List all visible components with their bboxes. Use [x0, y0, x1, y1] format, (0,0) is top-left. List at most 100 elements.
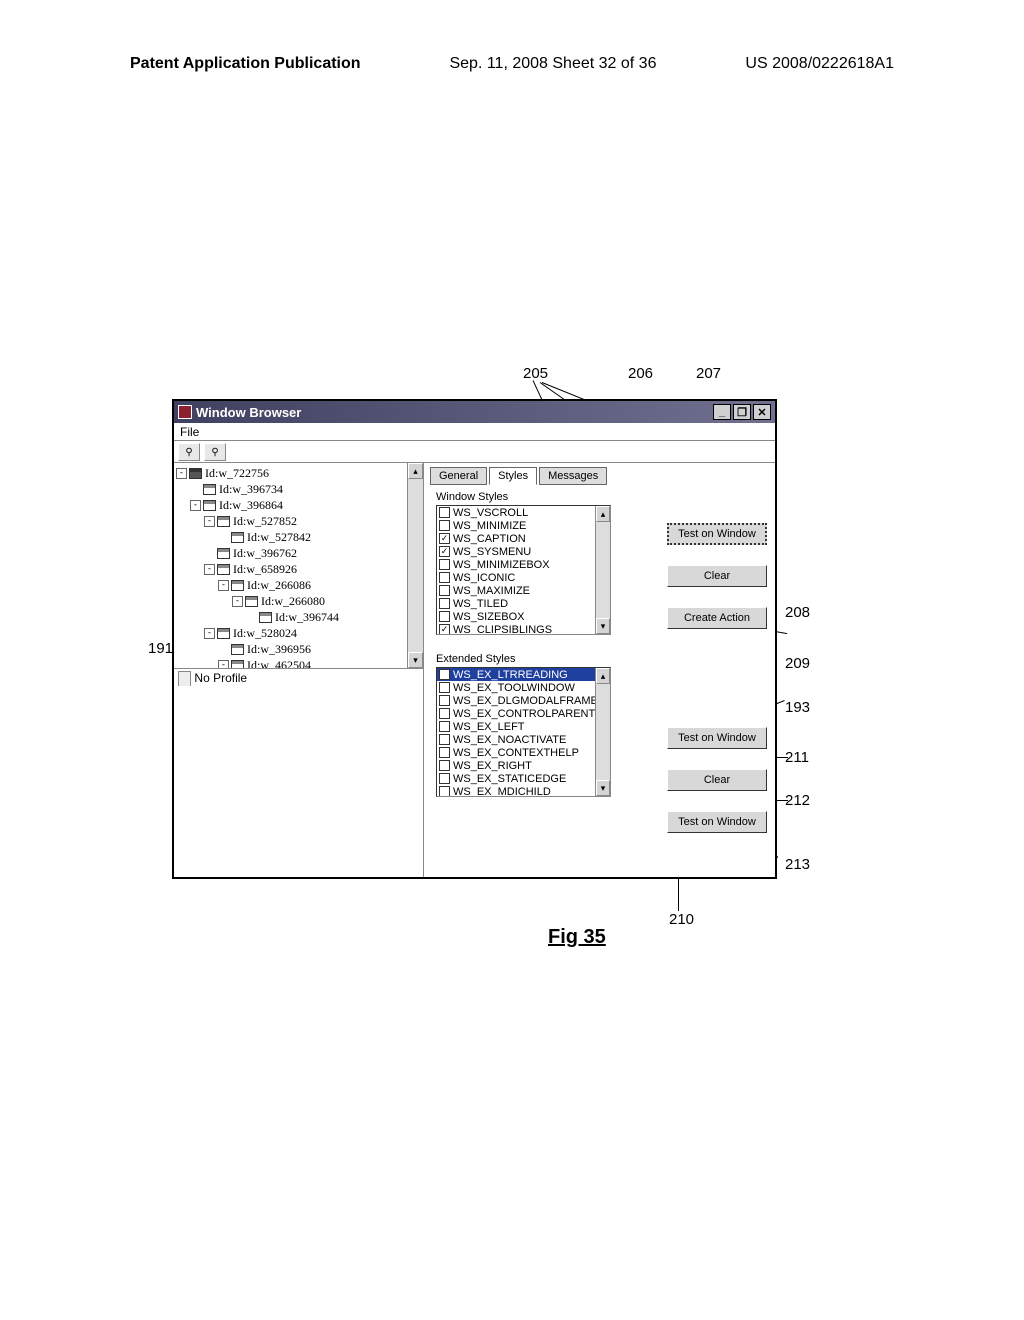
titlebar[interactable]: Window Browser _ ❐ ✕	[174, 401, 775, 423]
test-on-window-button-3[interactable]: Test on Window	[667, 811, 767, 833]
tree-expander[interactable]: -	[204, 564, 215, 575]
list-item-label: WS_MAXIMIZE	[453, 585, 530, 597]
list-item[interactable]: WS_EX_CONTEXTHELP	[437, 746, 610, 759]
clear-button-2[interactable]: Clear	[667, 769, 767, 791]
list-item[interactable]: ✓WS_CLIPSIBLINGS	[437, 623, 610, 635]
list-item[interactable]: ✓WS_CAPTION	[437, 532, 610, 545]
list-item-label: WS_MINIMIZEBOX	[453, 559, 550, 571]
close-button[interactable]: ✕	[753, 404, 771, 420]
checkbox[interactable]	[439, 520, 450, 531]
tree-expander[interactable]: -	[176, 468, 187, 479]
checkbox[interactable]	[439, 598, 450, 609]
tree-node[interactable]: Id:w_396734	[176, 481, 421, 497]
maximize-button[interactable]: ❐	[733, 404, 751, 420]
checkbox[interactable]	[439, 507, 450, 518]
tree-expander[interactable]: -	[232, 596, 243, 607]
checkbox[interactable]	[439, 734, 450, 745]
list-item[interactable]: WS_MAXIMIZE	[437, 584, 610, 597]
checkbox[interactable]	[439, 585, 450, 596]
tree-expander[interactable]: -	[218, 660, 229, 669]
checkbox[interactable]: ✓	[439, 624, 450, 635]
tree-expander[interactable]: -	[204, 516, 215, 527]
list-item[interactable]: WS_MINIMIZEBOX	[437, 558, 610, 571]
tree-node[interactable]: -Id:w_722756	[176, 465, 421, 481]
tree-node[interactable]: Id:w_527842	[176, 529, 421, 545]
list-item[interactable]: WS_EX_LTRREADING	[437, 668, 610, 681]
tree-node[interactable]: -Id:w_658926	[176, 561, 421, 577]
scroll-down-icon[interactable]: ▾	[596, 780, 610, 796]
tab-general[interactable]: General	[430, 467, 487, 485]
checkbox[interactable]	[439, 559, 450, 570]
tree-node[interactable]: -Id:w_462504	[176, 657, 421, 669]
scroll-down-icon[interactable]: ▾	[408, 652, 423, 668]
list-item[interactable]: WS_EX_RIGHT	[437, 759, 610, 772]
tree-node[interactable]: Id:w_396744	[176, 609, 421, 625]
window-styles-list[interactable]: WS_VSCROLLWS_MINIMIZE✓WS_CAPTION✓WS_SYSM…	[436, 505, 611, 635]
checkbox[interactable]	[439, 611, 450, 622]
list-item[interactable]: WS_EX_MDICHILD	[437, 785, 610, 797]
scroll-up-icon[interactable]: ▴	[408, 463, 423, 479]
profile-tab[interactable]	[178, 671, 191, 686]
checkbox[interactable]	[439, 708, 450, 719]
list-item[interactable]: WS_EX_DLGMODALFRAME	[437, 694, 610, 707]
tree-scrollbar[interactable]: ▴ ▾	[407, 463, 423, 668]
ws-scrollbar[interactable]: ▴ ▾	[595, 506, 610, 634]
clear-button[interactable]: Clear	[667, 565, 767, 587]
checkbox[interactable]	[439, 695, 450, 706]
scroll-up-icon[interactable]: ▴	[596, 668, 610, 684]
list-item[interactable]: ✓WS_SYSMENU	[437, 545, 610, 558]
window-icon	[217, 564, 230, 575]
checkbox[interactable]: ✓	[439, 533, 450, 544]
menu-file[interactable]: File	[180, 425, 199, 439]
create-action-button[interactable]: Create Action	[667, 607, 767, 629]
tree-node[interactable]: Id:w_396762	[176, 545, 421, 561]
callout-205: 205	[523, 365, 548, 382]
window-icon	[231, 532, 244, 543]
list-item[interactable]: WS_MINIMIZE	[437, 519, 610, 532]
list-item[interactable]: WS_EX_NOACTIVATE	[437, 733, 610, 746]
tree-expander[interactable]: -	[204, 628, 215, 639]
checkbox[interactable]	[439, 669, 450, 680]
tree-node[interactable]: -Id:w_266080	[176, 593, 421, 609]
checkbox[interactable]	[439, 682, 450, 693]
test-on-window-button[interactable]: Test on Window	[667, 523, 767, 545]
list-item[interactable]: WS_VSCROLL	[437, 506, 610, 519]
tab-styles[interactable]: Styles	[489, 467, 537, 485]
tree-node[interactable]: -Id:w_527852	[176, 513, 421, 529]
tree-node-label: Id:w_396734	[219, 482, 283, 497]
window-icon	[245, 596, 258, 607]
extended-styles-list[interactable]: WS_EX_LTRREADINGWS_EX_TOOLWINDOWWS_EX_DL…	[436, 667, 611, 797]
list-item-label: WS_VSCROLL	[453, 507, 528, 519]
toolbar-button-1[interactable]: ⚲	[178, 443, 200, 461]
list-item[interactable]: WS_EX_LEFT	[437, 720, 610, 733]
tree-node[interactable]: Id:w_396956	[176, 641, 421, 657]
scroll-up-icon[interactable]: ▴	[596, 506, 610, 522]
tree-expander[interactable]: -	[190, 500, 201, 511]
scroll-down-icon[interactable]: ▾	[596, 618, 610, 634]
checkbox[interactable]: ✓	[439, 546, 450, 557]
tree-node[interactable]: -Id:w_266086	[176, 577, 421, 593]
tree-expander[interactable]: -	[218, 580, 229, 591]
toolbar-button-2[interactable]: ⚲	[204, 443, 226, 461]
figure-label: Fig 35	[548, 926, 606, 949]
list-item[interactable]: WS_ICONIC	[437, 571, 610, 584]
checkbox[interactable]	[439, 773, 450, 784]
ex-scrollbar[interactable]: ▴ ▾	[595, 668, 610, 796]
window-icon	[231, 644, 244, 655]
list-item[interactable]: WS_EX_TOOLWINDOW	[437, 681, 610, 694]
minimize-button[interactable]: _	[713, 404, 731, 420]
list-item[interactable]: WS_EX_STATICEDGE	[437, 772, 610, 785]
checkbox[interactable]	[439, 747, 450, 758]
test-on-window-button-2[interactable]: Test on Window	[667, 727, 767, 749]
checkbox[interactable]	[439, 786, 450, 797]
checkbox[interactable]	[439, 760, 450, 771]
list-item[interactable]: WS_TILED	[437, 597, 610, 610]
tree-node[interactable]: -Id:w_528024	[176, 625, 421, 641]
list-item[interactable]: WS_EX_CONTROLPARENT	[437, 707, 610, 720]
profile-panel: No Profile	[174, 669, 423, 878]
checkbox[interactable]	[439, 721, 450, 732]
tree-node[interactable]: -Id:w_396864	[176, 497, 421, 513]
checkbox[interactable]	[439, 572, 450, 583]
tab-messages[interactable]: Messages	[539, 467, 607, 485]
list-item[interactable]: WS_SIZEBOX	[437, 610, 610, 623]
